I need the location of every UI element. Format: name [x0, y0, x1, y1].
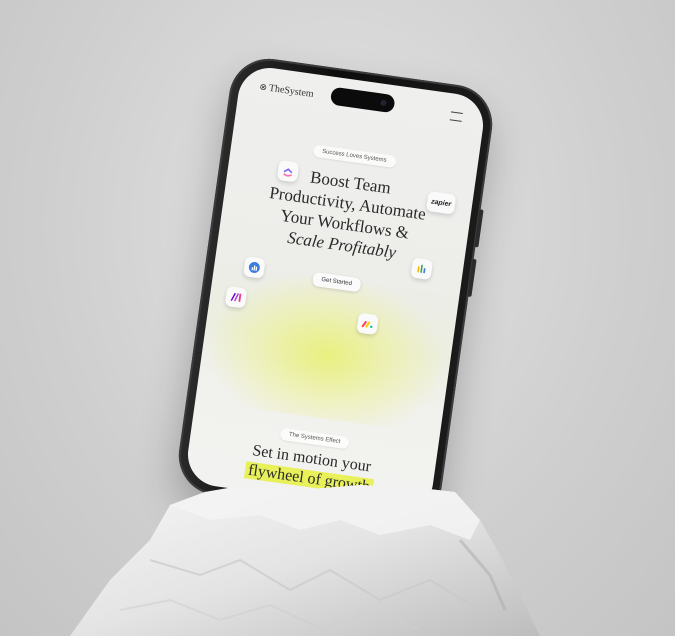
monday-icon — [356, 312, 379, 336]
scene: ⊗TheSystem Success Loves Systems Boost T… — [0, 0, 675, 636]
metrics-icon — [410, 257, 434, 281]
bar-chart-icon — [243, 256, 266, 279]
hamburger-menu-icon[interactable] — [449, 111, 463, 122]
tagline-pill: Success Loves Systems — [312, 144, 397, 169]
logo-mark-icon: ⊗ — [258, 81, 268, 93]
clickup-icon — [276, 159, 300, 183]
brand-name: TheSystem — [268, 82, 315, 100]
zapier-icon: zapier — [425, 191, 457, 215]
phone-mockup: ⊗TheSystem Success Loves Systems Boost T… — [173, 53, 498, 527]
site-logo[interactable]: ⊗TheSystem — [258, 81, 315, 100]
make-icon — [224, 285, 248, 309]
hero-headline: Boost Team Productivity, Automate Your W… — [232, 157, 461, 271]
